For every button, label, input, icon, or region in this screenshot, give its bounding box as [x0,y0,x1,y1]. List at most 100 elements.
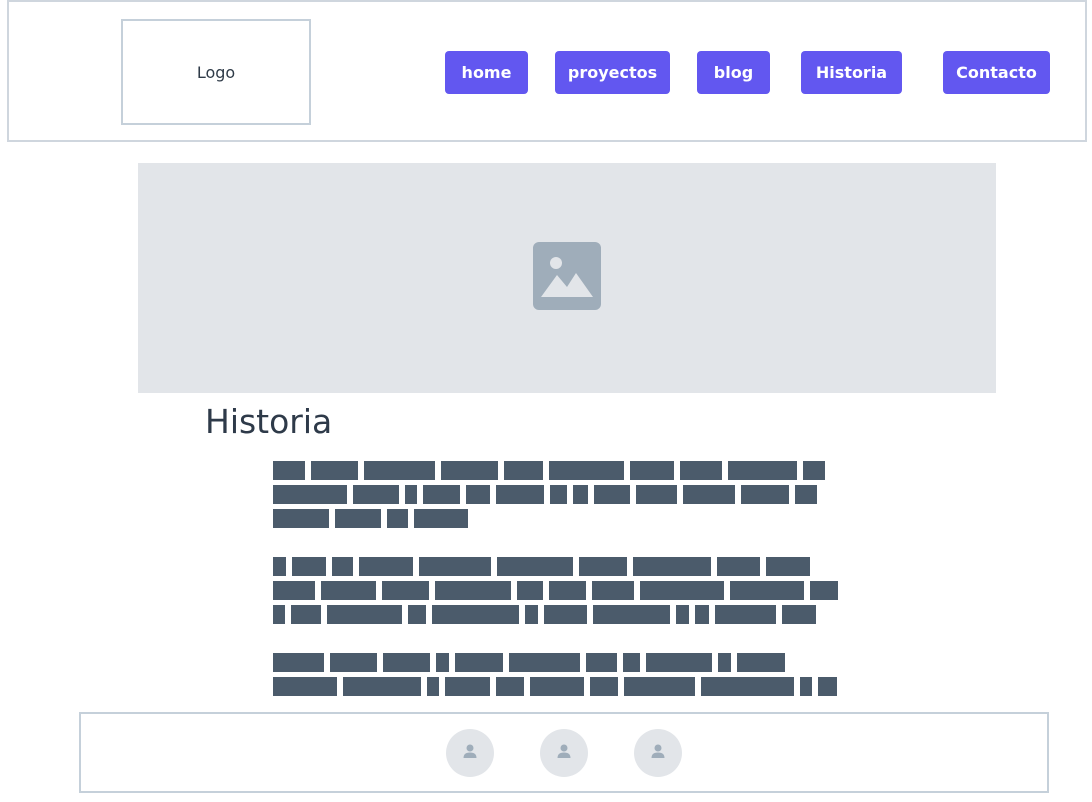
text-placeholder-word [590,677,618,696]
text-placeholder-word [718,653,731,672]
text-placeholder-word [364,461,435,480]
text-placeholder-word [630,461,674,480]
image-placeholder-icon [533,242,601,314]
nav-historia-button[interactable]: Historia [801,51,902,94]
text-placeholder-word [525,605,538,624]
text-placeholder-word [435,581,511,600]
text-placeholder-word [292,557,326,576]
text-placeholder-word [800,677,812,696]
text-placeholder-word [573,485,588,504]
text-placeholder-word [544,605,587,624]
text-placeholder-word [715,605,776,624]
text-placeholder-word [810,581,838,600]
text-placeholder-word [623,653,640,672]
text-placeholder-word [504,461,543,480]
text-placeholder-word [327,605,402,624]
text-placeholder-word [273,605,285,624]
social-link[interactable] [540,729,588,777]
text-placeholder-word [455,653,503,672]
text-placeholder-word [695,605,709,624]
text-placeholder-word [593,605,670,624]
text-placeholder-word [273,461,305,480]
text-placeholder-word [636,485,677,504]
text-placeholder-word [728,461,797,480]
text-placeholder-line [273,509,843,528]
text-placeholder-word [737,653,785,672]
text-placeholder-word [530,677,584,696]
text-placeholder-word [343,677,421,696]
text-placeholder-word [273,653,324,672]
user-icon [556,743,572,763]
text-placeholder-line [273,581,843,600]
text-placeholder-paragraph [273,653,843,701]
nav-proyectos-button[interactable]: proyectos [555,51,670,94]
logo-text: Logo [196,62,236,82]
text-placeholder-word [633,557,711,576]
text-placeholder-word [273,581,315,600]
text-placeholder-word [680,461,722,480]
text-placeholder-paragraph [273,557,843,629]
text-placeholder-word [549,581,586,600]
nav-home-button[interactable]: home [445,51,528,94]
text-placeholder-word [646,653,712,672]
text-placeholder-word [496,677,524,696]
text-placeholder-word [592,581,634,600]
text-placeholder-word [432,605,519,624]
text-placeholder-word [782,605,816,624]
site-footer [79,712,1049,793]
text-placeholder-word [273,485,347,504]
text-placeholder-word [273,509,329,528]
text-placeholder-word [730,581,804,600]
social-link[interactable] [446,729,494,777]
logo[interactable]: Logo [121,19,311,125]
text-placeholder-word [549,461,624,480]
text-placeholder-word [795,485,817,504]
text-placeholder-word [640,581,724,600]
text-placeholder-word [414,509,468,528]
text-placeholder-word [321,581,376,600]
text-placeholder-word [359,557,413,576]
text-placeholder-word [335,509,381,528]
text-placeholder-word [466,485,490,504]
page-title: Historia [205,402,333,441]
text-placeholder-word [427,677,439,696]
text-placeholder-word [766,557,810,576]
text-placeholder-word [332,557,353,576]
text-placeholder-line [273,485,843,504]
text-placeholder-word [496,485,544,504]
text-placeholder-word [803,461,825,480]
text-placeholder-word [387,509,408,528]
text-placeholder-line [273,461,843,480]
text-placeholder-line [273,677,843,696]
text-placeholder-word [419,557,491,576]
text-placeholder-word [408,605,426,624]
text-placeholder-word [353,485,399,504]
social-link[interactable] [634,729,682,777]
text-placeholder-word [579,557,627,576]
text-placeholder-word [594,485,630,504]
text-placeholder-word [311,461,358,480]
text-placeholder-line [273,557,843,576]
text-placeholder-word [330,653,377,672]
text-placeholder-paragraph [273,461,843,533]
text-placeholder-word [624,677,695,696]
text-placeholder-word [818,677,837,696]
text-placeholder-word [405,485,417,504]
text-placeholder-word [273,677,337,696]
text-placeholder-word [436,653,449,672]
nav-contacto-button[interactable]: Contacto [943,51,1050,94]
text-placeholder-word [291,605,321,624]
text-placeholder-word [717,557,760,576]
text-placeholder-word [445,677,490,696]
text-placeholder-word [741,485,789,504]
text-placeholder-word [441,461,498,480]
text-placeholder-word [683,485,735,504]
text-placeholder-word [676,605,689,624]
text-placeholder-line [273,605,843,624]
text-placeholder-line [273,653,843,672]
nav-blog-button[interactable]: blog [697,51,770,94]
text-placeholder-word [423,485,460,504]
hero-image-placeholder [138,163,996,393]
user-icon [462,743,478,763]
text-placeholder-word [586,653,617,672]
